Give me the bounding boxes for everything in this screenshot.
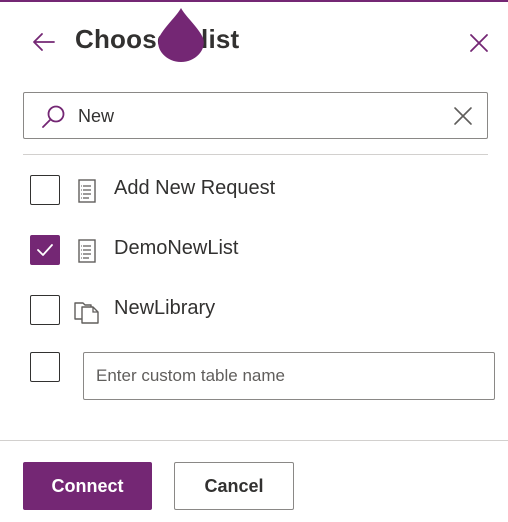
- list-icon: [78, 179, 96, 203]
- close-icon: [470, 34, 488, 52]
- checkbox[interactable]: [30, 175, 60, 205]
- list-item-label: DemoNewList: [114, 237, 239, 259]
- clear-icon: [454, 107, 472, 125]
- arrow-left-icon: [33, 33, 55, 51]
- library-icon: [74, 302, 99, 324]
- list-item-label: Add New Request: [114, 177, 276, 199]
- list-item[interactable]: Add New Request: [0, 175, 508, 219]
- back-button[interactable]: [30, 28, 58, 56]
- search-input[interactable]: [78, 103, 438, 129]
- list-item[interactable]: NewLibrary: [0, 295, 508, 339]
- connect-button[interactable]: Connect: [23, 462, 152, 510]
- checkmark-icon: [37, 244, 53, 256]
- custom-table-name-input[interactable]: [83, 352, 495, 400]
- list-item[interactable]: DemoNewList: [0, 235, 508, 279]
- custom-table-checkbox[interactable]: [30, 352, 60, 382]
- search-clear-button[interactable]: [452, 105, 474, 127]
- list-icon: [78, 239, 96, 263]
- search-box: [23, 92, 488, 139]
- top-accent-border: [0, 0, 508, 2]
- footer-divider: [0, 440, 508, 441]
- list-item-label: NewLibrary: [114, 297, 216, 319]
- cancel-button[interactable]: Cancel: [174, 462, 294, 510]
- dialog-header: Choose a list: [0, 18, 508, 66]
- drop-marker-icon: [158, 8, 204, 62]
- close-button[interactable]: [466, 30, 492, 56]
- divider: [23, 154, 488, 155]
- checkbox-checked[interactable]: [30, 235, 60, 265]
- checkbox[interactable]: [30, 295, 60, 325]
- search-icon: [42, 105, 65, 128]
